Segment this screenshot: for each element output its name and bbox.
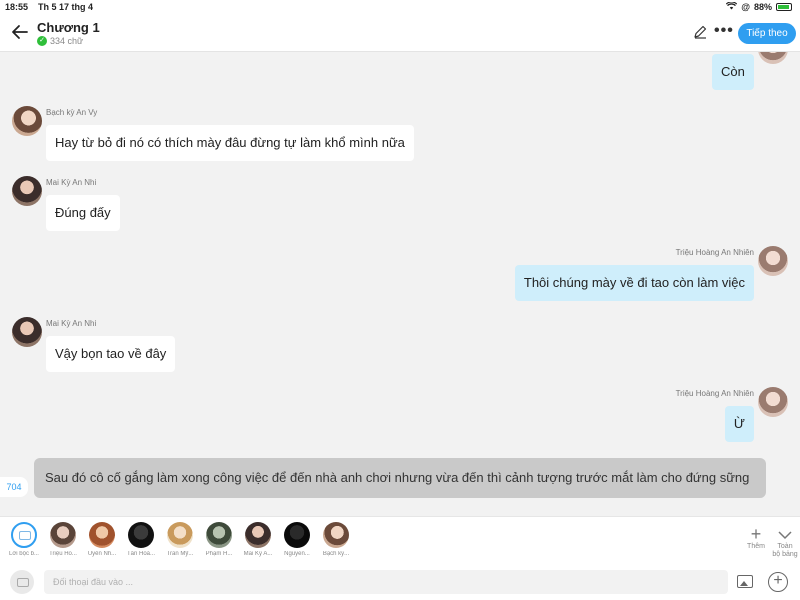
chat-area[interactable]: Còn Bạch kỳ An Vy Hay từ bỏ đi nó có thí… <box>0 52 800 516</box>
character-label: Mai Kỳ A... <box>243 551 273 557</box>
message-bubble[interactable]: Hay từ bỏ đi nó có thích mày đâu đừng tự… <box>46 125 414 161</box>
plus-icon: + <box>750 524 762 544</box>
character-item[interactable]: Tân Hoà... <box>121 522 161 557</box>
avatar[interactable] <box>12 106 42 136</box>
character-avatar <box>128 522 154 548</box>
character-label: Triệu Ho... <box>49 551 77 557</box>
avatar[interactable] <box>758 52 788 64</box>
battery-percent: 88% <box>753 2 772 12</box>
character-item[interactable]: Uyên Nh... <box>82 522 122 557</box>
character-item[interactable]: Phạm H... <box>199 522 239 557</box>
message-bubble[interactable]: Thôi chúng mày về đi tao còn làm việc <box>514 265 754 301</box>
at-icon: @ <box>741 2 750 12</box>
expand-all-button[interactable]: Toàn bộ bảng <box>770 525 800 559</box>
character-count-badge: 704 <box>0 477 28 497</box>
add-character-label: Thêm <box>747 543 765 550</box>
avatar[interactable] <box>758 387 788 417</box>
chevron-down-icon <box>770 525 800 543</box>
status-right: @ 88% <box>725 1 792 12</box>
character-item[interactable]: Trần Mỹ... <box>160 522 200 557</box>
character-avatar <box>284 522 310 548</box>
character-avatar <box>167 522 193 548</box>
character-label: Bạch kỳ... <box>322 551 350 557</box>
status-time: 18:55 <box>5 2 29 12</box>
expand-all-label-1: Toàn <box>777 543 793 550</box>
dialogue-input[interactable] <box>44 570 728 594</box>
avatar[interactable] <box>758 246 788 276</box>
page-title: Chương 1 <box>37 20 100 35</box>
status-bar: 18:55 Th 5 17 thg 4 @ 88% <box>0 0 800 14</box>
sender-name: Triệu Hoàng An Nhiên <box>675 248 754 257</box>
character-avatar <box>323 522 349 548</box>
word-count-label: 334 chữ <box>50 36 84 46</box>
character-label: Nguyễn... <box>284 551 310 557</box>
back-arrow-icon[interactable] <box>10 22 30 42</box>
narration-bubble[interactable]: Sau đó cô cố gắng làm xong công việc để … <box>34 458 766 498</box>
character-label: Trần Mỹ... <box>166 551 194 557</box>
word-count: ✓ 334 chữ <box>37 36 83 46</box>
character-label: Uyên Nh... <box>87 551 117 557</box>
character-avatar <box>245 522 271 548</box>
avatar[interactable] <box>12 317 42 347</box>
character-avatar <box>50 522 76 548</box>
header: Chương 1 ✓ 334 chữ ••• Tiếp theo <box>0 14 800 52</box>
character-item[interactable]: Mai Kỳ A... <box>238 522 278 557</box>
image-icon[interactable] <box>737 575 753 588</box>
check-icon: ✓ <box>37 36 47 46</box>
add-circle-icon[interactable]: + <box>768 572 788 592</box>
edit-pencil-icon[interactable] <box>693 25 707 39</box>
character-label: Tân Hoà... <box>126 551 155 557</box>
character-avatar <box>206 522 232 548</box>
character-avatar <box>89 522 115 548</box>
message-bubble[interactable]: Vậy bọn tao về đây <box>46 336 176 372</box>
message-bubble[interactable]: Ừ <box>724 406 754 442</box>
character-narrator[interactable]: Lời bộc b... <box>4 522 44 557</box>
message-bubble[interactable]: Còn <box>712 54 754 90</box>
sender-name: Mai Kỳ An Nhi <box>46 319 97 328</box>
expand-all-label-2: bộ bảng <box>772 551 798 558</box>
sender-name: Mai Kỳ An Nhi <box>46 178 97 187</box>
add-character-button[interactable]: + Thêm <box>744 525 768 551</box>
sender-name: Triệu Hoàng An Nhiên <box>675 389 754 398</box>
next-button[interactable]: Tiếp theo <box>738 23 796 44</box>
input-bar: + <box>0 564 800 600</box>
battery-icon <box>776 3 792 11</box>
character-label: Phạm H... <box>205 551 233 557</box>
message-bubble[interactable]: Đúng đấy <box>46 195 120 231</box>
character-label: Lời bộc b... <box>9 551 39 557</box>
status-date: Th 5 17 thg 4 <box>38 2 94 12</box>
wifi-icon <box>725 1 738 12</box>
avatar[interactable] <box>12 176 42 206</box>
more-options-icon[interactable]: ••• <box>714 22 734 40</box>
sender-name: Bạch kỳ An Vy <box>46 108 98 117</box>
character-item[interactable]: Triệu Ho... <box>43 522 83 557</box>
narrator-icon <box>11 522 37 548</box>
character-item[interactable]: Nguyễn... <box>277 522 317 557</box>
character-strip: Lời bộc b... Triệu Ho... Uyên Nh... Tân … <box>0 516 800 564</box>
character-item[interactable]: Bạch kỳ... <box>316 522 356 557</box>
chat-bubble-icon[interactable] <box>10 570 34 594</box>
